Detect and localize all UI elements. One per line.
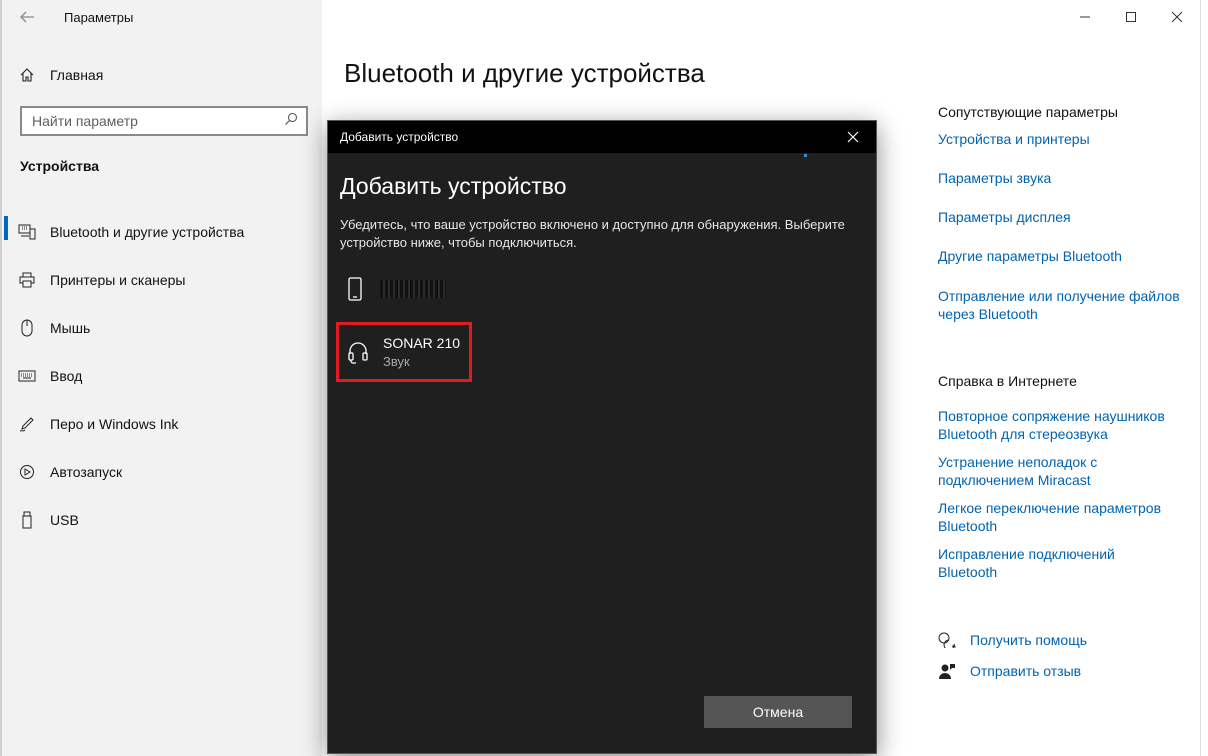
sidebar-item-label: Ввод bbox=[50, 368, 83, 384]
link-sound-settings[interactable]: Параметры звука bbox=[938, 169, 1188, 187]
dialog-heading: Добавить устройство bbox=[340, 173, 567, 199]
settings-sidebar: Параметры Главная Устройства Bluetooth и… bbox=[0, 0, 322, 756]
get-help-label: Получить помощь bbox=[970, 632, 1088, 648]
keyboard-icon bbox=[18, 367, 36, 385]
link-help-fix-bluetooth[interactable]: Исправление подключений Bluetooth bbox=[938, 545, 1148, 581]
app-title: Параметры bbox=[64, 10, 134, 25]
device-item-sonar-210[interactable]: SONAR 210 Звук bbox=[336, 322, 472, 382]
headphones-icon bbox=[347, 339, 369, 365]
search-input[interactable] bbox=[32, 113, 284, 129]
page-title: Bluetooth и другие устройства bbox=[344, 58, 705, 88]
feedback-icon bbox=[938, 662, 956, 680]
sidebar-item-label: Bluetooth и другие устройства bbox=[50, 224, 245, 240]
sidebar-item-printers[interactable]: Принтеры и сканеры bbox=[2, 256, 322, 304]
sidebar-item-mouse[interactable]: Мышь bbox=[2, 304, 322, 352]
autoplay-icon bbox=[18, 463, 36, 481]
sidebar-nav: Bluetooth и другие устройства Принтеры и… bbox=[2, 208, 322, 544]
link-help-miracast[interactable]: Устранение неполадок с подключением Mira… bbox=[938, 453, 1138, 489]
window-right-edge bbox=[1200, 0, 1208, 756]
sidebar-item-bluetooth[interactable]: Bluetooth и другие устройства bbox=[2, 208, 322, 256]
redacted-device-name bbox=[380, 280, 446, 298]
device-type: Звук bbox=[383, 354, 410, 369]
mouse-icon bbox=[18, 319, 36, 337]
dialog-description: Убедитесь, что ваше устройство включено … bbox=[340, 217, 845, 250]
maximize-icon[interactable] bbox=[1108, 0, 1154, 34]
device-name: SONAR 210 bbox=[383, 335, 461, 351]
close-window-icon[interactable] bbox=[1154, 0, 1200, 34]
sidebar-item-label: Мышь bbox=[50, 320, 91, 336]
related-settings-heading: Сопутствующие параметры bbox=[938, 104, 1118, 120]
sidebar-item-label: Перо и Windows Ink bbox=[50, 416, 179, 432]
chat-help-icon bbox=[938, 631, 956, 649]
window-controls bbox=[1062, 0, 1200, 34]
add-device-dialog: Добавить устройство Добавить устройство … bbox=[327, 120, 877, 754]
home-icon bbox=[18, 66, 36, 84]
search-box[interactable] bbox=[20, 106, 308, 136]
related-settings: Сопутствующие параметры Устройства и при… bbox=[938, 104, 1188, 581]
usb-icon bbox=[18, 511, 36, 529]
sidebar-item-label: Автозапуск bbox=[50, 464, 123, 480]
get-help-link[interactable]: Получить помощь bbox=[938, 631, 1087, 649]
titlebar-left: Параметры bbox=[2, 0, 324, 34]
link-help-switch-bluetooth[interactable]: Легкое переключение параметров Bluetooth bbox=[938, 499, 1178, 535]
link-send-receive-files[interactable]: Отправление или получение файлов через B… bbox=[938, 287, 1190, 323]
progress-dot bbox=[804, 154, 807, 157]
pen-icon bbox=[18, 415, 36, 433]
dialog-titlebar: Добавить устройство bbox=[328, 121, 876, 153]
send-feedback-link[interactable]: Отправить отзыв bbox=[938, 662, 1081, 680]
home-link[interactable]: Главная bbox=[18, 64, 103, 86]
sidebar-item-label: USB bbox=[50, 512, 79, 528]
sidebar-item-typing[interactable]: Ввод bbox=[2, 352, 322, 400]
sidebar-item-label: Принтеры и сканеры bbox=[50, 272, 186, 288]
device-item-phone[interactable] bbox=[336, 269, 472, 309]
dialog-close-icon[interactable] bbox=[830, 121, 876, 153]
sidebar-item-pen[interactable]: Перо и Windows Ink bbox=[2, 400, 322, 448]
link-more-bluetooth[interactable]: Другие параметры Bluetooth bbox=[938, 247, 1188, 265]
dialog-window-title: Добавить устройство bbox=[340, 130, 459, 144]
link-help-repair-headphones[interactable]: Повторное сопряжение наушников Bluetooth… bbox=[938, 407, 1178, 443]
sidebar-item-usb[interactable]: USB bbox=[2, 496, 322, 544]
home-label: Главная bbox=[50, 67, 104, 83]
link-display-settings[interactable]: Параметры дисплея bbox=[938, 208, 1188, 226]
web-help-heading: Справка в Интернете bbox=[938, 373, 1077, 389]
sidebar-item-autoplay[interactable]: Автозапуск bbox=[2, 448, 322, 496]
link-devices-printers[interactable]: Устройства и принтеры bbox=[938, 130, 1188, 148]
minimize-icon[interactable] bbox=[1062, 0, 1108, 34]
back-arrow-icon[interactable] bbox=[18, 8, 38, 26]
phone-icon bbox=[344, 276, 366, 302]
printer-icon bbox=[18, 271, 36, 289]
section-heading: Устройства bbox=[20, 158, 100, 174]
cancel-button[interactable]: Отмена bbox=[704, 696, 852, 728]
bluetooth-devices-icon bbox=[18, 223, 36, 241]
search-icon[interactable] bbox=[284, 112, 298, 131]
send-feedback-label: Отправить отзыв bbox=[970, 663, 1082, 679]
